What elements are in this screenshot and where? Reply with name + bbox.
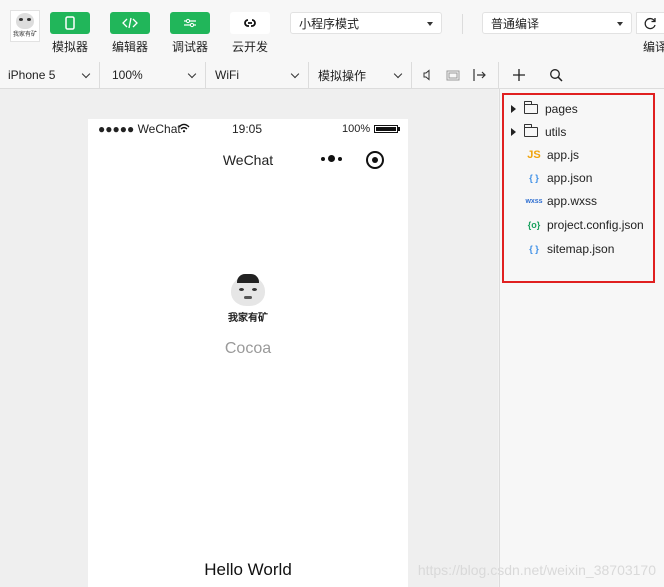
editor-button[interactable] [110, 12, 150, 34]
chevron-down-icon [187, 69, 197, 79]
phone-nav-bar: WeChat [88, 139, 408, 183]
compile-label: 编译 [643, 40, 664, 54]
nav-title: WeChat [222, 152, 274, 168]
avatar-caption: 我家有矿 [228, 313, 268, 324]
battery-icon [374, 125, 400, 133]
json-file-icon: { } [529, 244, 539, 254]
mode-select[interactable]: 小程序模式 [290, 12, 442, 34]
simulator-toolbar: iPhone 5 100% WiFi 模拟操作 [0, 62, 664, 89]
search-icon [550, 69, 563, 82]
avatar-face-icon [231, 274, 265, 306]
top-toolbar: 我家有矿 模拟器 编辑器 调试器 云开发 小程序模式 普通编译 编译 [0, 0, 664, 63]
refresh-icon [644, 17, 656, 29]
close-miniprogram-icon[interactable] [366, 151, 384, 169]
avatar-caption: 我家有矿 [12, 32, 37, 38]
compile-select-value: 普通编译 [491, 16, 540, 31]
folder-icon [524, 124, 538, 137]
cloud-button[interactable] [230, 12, 270, 34]
tree-folder-utils[interactable]: utils [511, 122, 566, 142]
user-nickname: Cocoa [224, 340, 272, 357]
wxss-file-icon: wxss [525, 197, 543, 205]
chevron-down-icon [393, 69, 403, 79]
status-battery-text: 100% [342, 123, 371, 135]
compile-button[interactable] [636, 12, 664, 34]
phone-status-bar: ●●●●● WeChat 19:05 100% [88, 119, 408, 139]
user-avatar[interactable]: 我家有矿 [10, 10, 40, 42]
status-carrier: ●●●●● WeChat [98, 122, 181, 136]
caret-down-icon [427, 22, 433, 26]
triangle-right-icon [511, 128, 516, 136]
add-file-button[interactable] [512, 68, 526, 85]
chevron-down-icon [290, 69, 300, 79]
device-select[interactable]: iPhone 5 [0, 62, 100, 88]
json-file-icon: { } [529, 173, 539, 183]
watermark: https://blog.csdn.net/weixin_38703170 [417, 562, 656, 578]
window-icon[interactable] [446, 69, 460, 84]
tree-folder-pages[interactable]: pages [511, 99, 578, 119]
search-button[interactable] [549, 68, 563, 85]
simulator-label: 模拟器 [51, 40, 88, 54]
wifi-icon [178, 123, 190, 133]
network-select-value: WiFi [215, 68, 239, 82]
sliders-icon [184, 18, 196, 28]
panel-divider [498, 62, 499, 88]
network-select[interactable]: WiFi [207, 62, 309, 88]
tree-item-label: app.js [547, 148, 580, 162]
caret-down-icon [617, 22, 623, 26]
tree-item-label: utils [545, 125, 567, 139]
operation-select[interactable]: 模拟操作 [310, 62, 412, 88]
status-time: 19:05 [232, 122, 263, 136]
folder-icon [524, 101, 538, 114]
cloud-link-icon [244, 19, 256, 27]
config-file-icon: {o} [527, 220, 541, 230]
volume-icon[interactable] [422, 69, 434, 84]
tree-item-label: pages [545, 102, 578, 116]
debugger-label: 调试器 [171, 40, 208, 54]
cloud-label: 云开发 [231, 40, 268, 54]
tree-file-app-wxss[interactable]: wxss app.wxss [511, 191, 597, 211]
phone-icon [65, 16, 75, 30]
tree-item-label: app.wxss [547, 194, 598, 208]
triangle-right-icon [511, 105, 516, 113]
chevron-down-icon [81, 69, 91, 79]
more-menu-icon[interactable] [321, 155, 342, 162]
tree-file-sitemap-json[interactable]: { } sitemap.json [511, 239, 614, 259]
editor-label: 编辑器 [111, 40, 148, 54]
compile-select[interactable]: 普通编译 [482, 12, 632, 34]
dock-icon[interactable] [472, 68, 488, 85]
debugger-button[interactable] [170, 12, 210, 34]
tree-item-label: project.config.json [547, 218, 644, 232]
device-select-value: iPhone 5 [8, 68, 56, 82]
tree-file-app-js[interactable]: JS app.js [511, 145, 579, 165]
zoom-select[interactable]: 100% [104, 62, 206, 88]
tree-item-label: app.json [547, 171, 593, 185]
operation-select-value: 模拟操作 [318, 68, 367, 83]
mode-select-value: 小程序模式 [299, 16, 360, 31]
tree-file-project-config[interactable]: {o} project.config.json [511, 215, 644, 235]
phone-screen: ●●●●● WeChat 19:05 100% WeChat 我家有矿 Coco… [88, 119, 408, 587]
js-file-icon: JS [527, 149, 541, 161]
simulator-button[interactable] [50, 12, 90, 34]
tree-item-label: sitemap.json [547, 242, 615, 256]
zoom-select-value: 100% [112, 68, 143, 82]
tree-file-app-json[interactable]: { } app.json [511, 168, 592, 188]
hello-text: Hello World [204, 560, 292, 579]
avatar-face-icon [16, 13, 34, 29]
plus-icon [513, 69, 525, 81]
code-icon [122, 17, 138, 29]
toolbar-divider [462, 14, 463, 34]
user-avatar-image: 我家有矿 [222, 274, 274, 328]
